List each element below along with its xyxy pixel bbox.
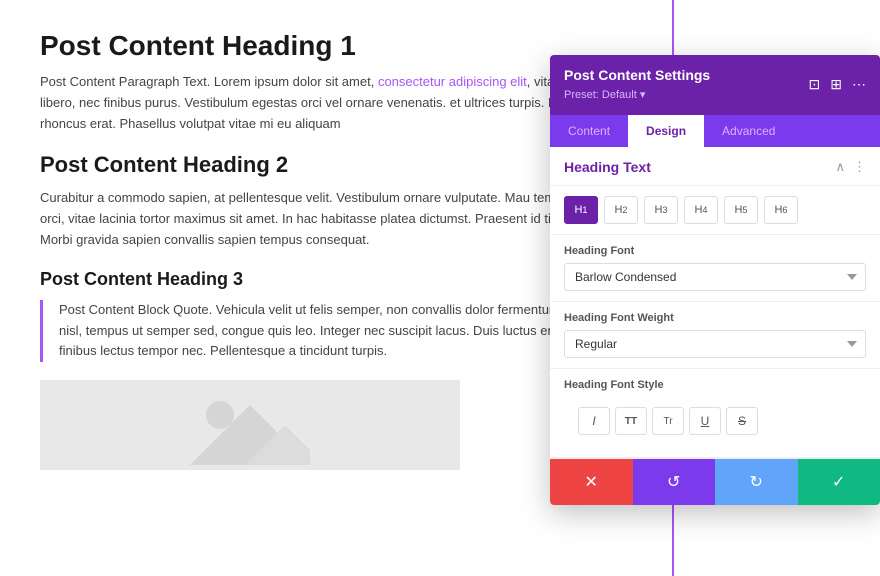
h3-button[interactable]: H3 <box>644 196 678 224</box>
paragraph-1-link[interactable]: consectetur adipiscing elit <box>378 74 527 89</box>
heading-font-group: Heading Font Barlow Condensed Arial Geor… <box>550 235 880 302</box>
panel-title: Post Content Settings <box>564 67 710 83</box>
section-title: Heading Text <box>564 159 651 175</box>
panel-header-left: Post Content Settings Preset: Default ▾ <box>564 67 710 103</box>
image-placeholder <box>40 380 460 470</box>
panel-header-icons: ⊡ ⊞ ⋯ <box>809 77 866 94</box>
settings-panel: Post Content Settings Preset: Default ▾ … <box>550 55 880 505</box>
panel-body: Heading Text ∧ ⋮ H1 H2 H3 H4 H5 H6 Headi… <box>550 147 880 458</box>
heading-font-label: Heading Font <box>564 245 866 257</box>
footer-save-button[interactable]: ✓ <box>798 459 880 505</box>
tab-content[interactable]: Content <box>550 115 628 147</box>
heading-font-style-label: Heading Font Style <box>564 379 866 391</box>
paragraph-1-start: Post Content Paragraph Text. Lorem ipsum… <box>40 74 378 89</box>
heading-font-select[interactable]: Barlow Condensed Arial Georgia <box>564 263 866 291</box>
style-allcaps-button[interactable]: TT <box>615 407 647 435</box>
section-heading: Heading Text ∧ ⋮ <box>550 147 880 186</box>
heading-font-weight-label: Heading Font Weight <box>564 312 866 324</box>
panel-icon-more[interactable]: ⋯ <box>852 77 866 94</box>
footer-cancel-button[interactable]: ✕ <box>550 459 633 505</box>
heading-font-style-group: Heading Font Style I TT Tr U S <box>550 369 880 458</box>
panel-icon-columns[interactable]: ⊞ <box>830 77 842 94</box>
heading-font-weight-group: Heading Font Weight Regular Bold Light <box>550 302 880 369</box>
h5-button[interactable]: H5 <box>724 196 758 224</box>
h6-button[interactable]: H6 <box>764 196 798 224</box>
style-underline-button[interactable]: U <box>689 407 721 435</box>
tab-design[interactable]: Design <box>628 115 704 147</box>
style-capitalize-button[interactable]: Tr <box>652 407 684 435</box>
section-collapse-icon[interactable]: ∧ <box>835 159 845 175</box>
placeholder-icon <box>190 385 310 465</box>
footer-undo-button[interactable]: ↺ <box>633 459 716 505</box>
panel-icon-expand[interactable]: ⊡ <box>809 77 821 94</box>
heading-font-weight-select[interactable]: Regular Bold Light <box>564 330 866 358</box>
style-italic-button[interactable]: I <box>578 407 610 435</box>
h4-button[interactable]: H4 <box>684 196 718 224</box>
panel-footer: ✕ ↺ ↻ ✓ <box>550 458 880 505</box>
style-strikethrough-button[interactable]: S <box>726 407 758 435</box>
h2-button[interactable]: H2 <box>604 196 638 224</box>
panel-header: Post Content Settings Preset: Default ▾ … <box>550 55 880 115</box>
style-buttons-row: I TT Tr U S <box>564 397 866 447</box>
tab-nav: Content Design Advanced <box>550 115 880 147</box>
footer-redo-button[interactable]: ↻ <box>715 459 798 505</box>
tab-advanced[interactable]: Advanced <box>704 115 793 147</box>
panel-preset[interactable]: Preset: Default ▾ <box>564 89 645 101</box>
section-more-icon[interactable]: ⋮ <box>853 159 866 175</box>
section-heading-icons: ∧ ⋮ <box>835 159 866 175</box>
h-buttons-row: H1 H2 H3 H4 H5 H6 <box>550 186 880 235</box>
h1-button[interactable]: H1 <box>564 196 598 224</box>
